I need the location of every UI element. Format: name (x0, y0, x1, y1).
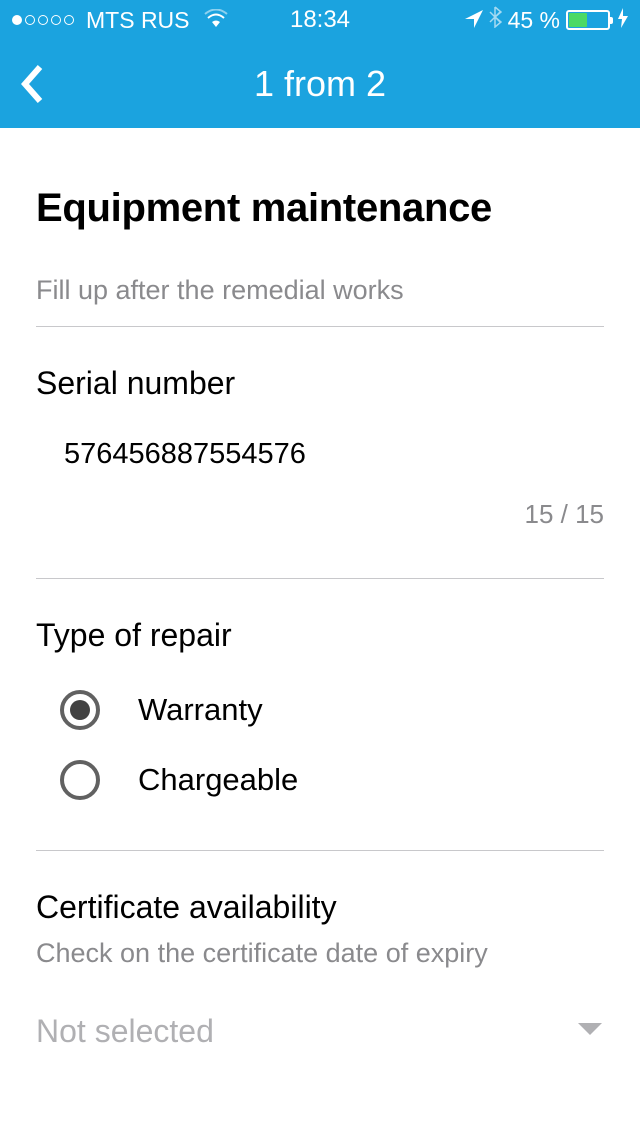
repair-type-section: Type of repair Warranty Chargeable (36, 617, 604, 800)
bluetooth-icon (489, 6, 502, 34)
serial-number-input[interactable]: 576456887554576 (36, 438, 604, 471)
status-bar: MTS RUS 18:34 45 % (0, 0, 640, 40)
certificate-dropdown[interactable]: Not selected (36, 1013, 604, 1050)
certificate-section: Certificate availability Check on the ce… (36, 889, 604, 1050)
radio-option-warranty[interactable]: Warranty (36, 690, 604, 730)
status-right: 45 % (465, 6, 628, 34)
radio-label: Chargeable (138, 762, 298, 798)
wifi-icon (204, 6, 228, 34)
nav-bar: 1 from 2 (0, 40, 640, 128)
radio-label: Warranty (138, 692, 263, 728)
repair-type-label: Type of repair (36, 617, 604, 654)
page-title: Equipment maintenance (36, 186, 604, 231)
charging-icon (618, 8, 628, 33)
carrier-label: MTS RUS (86, 7, 190, 34)
radio-icon (60, 760, 100, 800)
serial-number-label: Serial number (36, 365, 604, 402)
dropdown-selected-value: Not selected (36, 1013, 214, 1050)
location-icon (465, 7, 483, 34)
divider (36, 326, 604, 327)
battery-percent: 45 % (508, 7, 560, 34)
divider (36, 850, 604, 851)
chevron-down-icon (576, 1021, 604, 1042)
radio-icon (60, 690, 100, 730)
serial-number-section: Serial number 576456887554576 15 / 15 (36, 365, 604, 530)
page-description: Fill up after the remedial works (36, 275, 604, 306)
serial-number-counter: 15 / 15 (36, 499, 604, 530)
back-button[interactable] (12, 59, 52, 109)
signal-strength-icon (12, 15, 74, 25)
nav-title: 1 from 2 (254, 63, 386, 105)
repair-type-radio-group: Warranty Chargeable (36, 690, 604, 800)
status-left: MTS RUS (12, 6, 228, 34)
battery-icon (566, 10, 610, 30)
chevron-left-icon (21, 64, 43, 104)
certificate-sublabel: Check on the certificate date of expiry (36, 938, 604, 969)
divider (36, 578, 604, 579)
content: Equipment maintenance Fill up after the … (0, 128, 640, 1050)
status-time: 18:34 (290, 6, 350, 34)
certificate-label: Certificate availability (36, 889, 604, 926)
radio-option-chargeable[interactable]: Chargeable (36, 760, 604, 800)
